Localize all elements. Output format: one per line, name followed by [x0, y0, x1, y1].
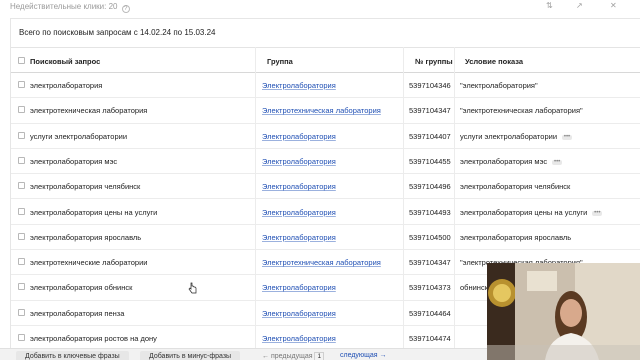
group-number-cell: 5397104347: [409, 258, 451, 268]
condition-cell: электролаборатория мэс •••: [460, 156, 563, 166]
more-icon[interactable]: •••: [562, 134, 573, 140]
more-icon[interactable]: •••: [552, 159, 563, 165]
table-row: электролаборатория челябинск Электролабор…: [11, 174, 640, 200]
webcam-overlay: [487, 263, 640, 360]
more-icon[interactable]: •••: [592, 210, 603, 216]
condition-text: обнинск: [460, 283, 488, 293]
condition-cell: "электротехническая лаборатория": [460, 106, 583, 115]
condition-text: "электролаборатория": [460, 81, 538, 90]
condition-text: электролаборатория цены на услуги: [460, 207, 588, 217]
group-link[interactable]: Электролаборатория: [262, 182, 336, 191]
prev-page-label: ← предыдущая: [262, 353, 313, 360]
close-icon[interactable]: ✕: [610, 1, 617, 10]
table-row: электролаборатория мэс Электролаборатория…: [11, 149, 640, 175]
invalid-clicks-note: Недействительные клики: 20 ?: [10, 2, 130, 13]
group-link[interactable]: Электротехническая лаборатория: [262, 106, 381, 115]
group-number-cell: 5397104455: [409, 156, 451, 166]
query-cell: электролаборатория цены на услуги: [30, 207, 158, 217]
condition-cell: обнинск: [460, 283, 488, 292]
table-header: Поисковый запрос Группа № группы Условие…: [11, 47, 640, 73]
info-icon[interactable]: ?: [121, 5, 130, 13]
table-row: электротехническая лаборатория Электротех…: [11, 98, 640, 124]
webcam-video-frame: [487, 263, 640, 360]
collapse-icon[interactable]: ⇅: [546, 1, 553, 10]
table-row: электролаборатория цены на услуги Электро…: [11, 200, 640, 225]
row-checkbox[interactable]: [18, 308, 25, 316]
group-number-cell: 5397104464: [409, 308, 451, 318]
column-header-condition[interactable]: Условие показа: [465, 57, 523, 66]
row-checkbox[interactable]: [18, 283, 25, 291]
row-checkbox[interactable]: [18, 131, 25, 139]
condition-text: электролаборатория ярославль: [460, 232, 572, 242]
query-cell: электролаборатория ростов на дону: [30, 334, 157, 343]
row-checkbox[interactable]: [18, 106, 25, 114]
condition-text: электролаборатория челябинск: [460, 182, 571, 192]
expand-icon[interactable]: ↗: [576, 1, 583, 10]
table-row: услуги электролаборатории Электролаборато…: [11, 124, 640, 149]
query-cell: услуги электролаборатории: [30, 131, 128, 141]
group-link[interactable]: Электролаборатория: [262, 132, 336, 141]
add-to-minus-phrases-button[interactable]: Добавить в минус-фразы: [140, 351, 241, 360]
column-header-group-number[interactable]: № группы: [415, 57, 453, 66]
group-link[interactable]: Электролаборатория: [262, 81, 336, 90]
group-link[interactable]: Электролаборатория: [262, 309, 336, 318]
condition-cell: "электролаборатория": [460, 81, 538, 90]
group-number-cell: 5397104347: [409, 106, 451, 116]
query-cell: электролаборатория обнинск: [30, 283, 133, 293]
query-cell: электролаборатория пенза: [30, 308, 125, 318]
row-checkbox[interactable]: [18, 81, 25, 88]
group-link[interactable]: Электротехническая лаборатория: [262, 258, 381, 267]
row-checkbox[interactable]: [18, 156, 25, 164]
condition-cell: услуги электролаборатории •••: [460, 131, 573, 141]
row-checkbox[interactable]: [18, 258, 25, 266]
table-row: электролаборатория Электролаборатория 5397…: [11, 73, 640, 99]
query-cell: электротехническая лаборатория: [30, 106, 148, 116]
column-header-group[interactable]: Группа: [267, 57, 293, 66]
query-cell: электролаборатория мэс: [30, 156, 118, 166]
query-cell: электролаборатория челябинск: [30, 182, 141, 192]
group-number-cell: 5397104373: [409, 283, 451, 293]
select-all-checkbox[interactable]: [18, 57, 25, 64]
row-checkbox[interactable]: [18, 207, 25, 215]
group-number-cell: 5397104500: [409, 232, 451, 242]
mouse-cursor-icon: [188, 282, 197, 294]
invalid-clicks-text: Недействительные клики: 20: [10, 2, 118, 11]
group-number-cell: 5397104407: [409, 131, 451, 141]
top-bar: Недействительные клики: 20 ? ⇅ ↗ ✕: [0, 0, 640, 14]
query-cell: электролаборатория ярославль: [30, 232, 142, 242]
table-row: электролаборатория ярославль Электролабор…: [11, 225, 640, 251]
query-cell: электролаборатория: [30, 81, 103, 90]
column-header-query[interactable]: Поисковый запрос: [30, 57, 100, 66]
condition-text: "электротехническая лаборатория": [460, 106, 583, 116]
condition-text: электролаборатория мэс: [460, 156, 548, 166]
group-link[interactable]: Электролаборатория: [262, 233, 336, 242]
condition-cell: электролаборатория цены на услуги •••: [460, 207, 603, 217]
group-number-cell: 5397104493: [409, 207, 451, 217]
group-link[interactable]: Электролаборатория: [262, 334, 336, 343]
group-link[interactable]: Электролаборатория: [262, 157, 336, 166]
prev-page-link[interactable]: ← предыдущая 1: [262, 352, 325, 360]
add-to-keywords-button[interactable]: Добавить в ключевые фразы: [16, 351, 129, 360]
report-period: Всего по поисковым запросам с 14.02.24 п…: [19, 28, 216, 37]
current-page: 1: [314, 352, 325, 360]
condition-cell: электролаборатория ярославль: [460, 233, 571, 242]
row-checkbox[interactable]: [18, 334, 25, 341]
group-link[interactable]: Электролаборатория: [262, 283, 336, 292]
next-page-link[interactable]: следующая →: [340, 352, 387, 359]
group-number-cell: 5397104496: [409, 182, 451, 192]
group-link[interactable]: Электролаборатория: [262, 208, 336, 217]
group-number-cell: 5397104346: [409, 81, 451, 90]
group-number-cell: 5397104474: [409, 334, 451, 343]
condition-cell: электролаборатория челябинск: [460, 182, 570, 191]
row-checkbox[interactable]: [18, 182, 25, 190]
query-cell: электротехнические лаборатории: [30, 258, 148, 268]
condition-text: услуги электролаборатории: [460, 131, 558, 141]
row-checkbox[interactable]: [18, 232, 25, 240]
